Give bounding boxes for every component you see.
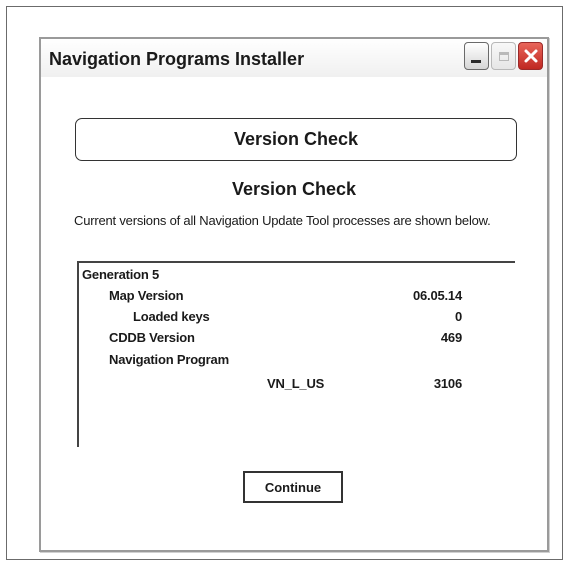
minimize-button[interactable] [464,42,489,70]
section-heading: Version Check [231,179,357,199]
continue-button[interactable]: Continue [243,471,343,503]
map-version-value: 06.05.14 [412,288,462,303]
window-controls [464,42,543,70]
cddb-version-label: CDDB Version [109,330,195,345]
cddb-version-value: 469 [440,330,462,345]
minimize-icon [471,60,481,63]
loaded-keys-label: Loaded keys [133,309,210,324]
navigation-program-label: Navigation Program [109,352,229,367]
close-button[interactable] [518,42,543,70]
maximize-icon [498,51,509,61]
loaded-keys-value: 0 [454,309,462,324]
close-icon [524,49,537,63]
version-check-header: Version Check [75,118,517,161]
title-bar: Navigation Programs Installer [41,39,547,77]
page-frame: Navigation Programs Installer Version Ch… [6,6,563,560]
navigation-program-name: VN_L_US [267,376,325,391]
navigation-program-value: 3106 [433,376,462,391]
group-label: Generation 5 [82,267,160,282]
installer-window: Navigation Programs Installer Version Ch… [39,37,549,552]
window-title: Navigation Programs Installer [49,49,305,69]
maximize-button[interactable] [491,42,516,70]
map-version-label: Map Version [109,288,184,303]
version-list: Generation 5 Map Version 06.05.14 Loaded… [77,261,515,447]
description-text: Current versions of all Navigation Updat… [74,213,491,228]
